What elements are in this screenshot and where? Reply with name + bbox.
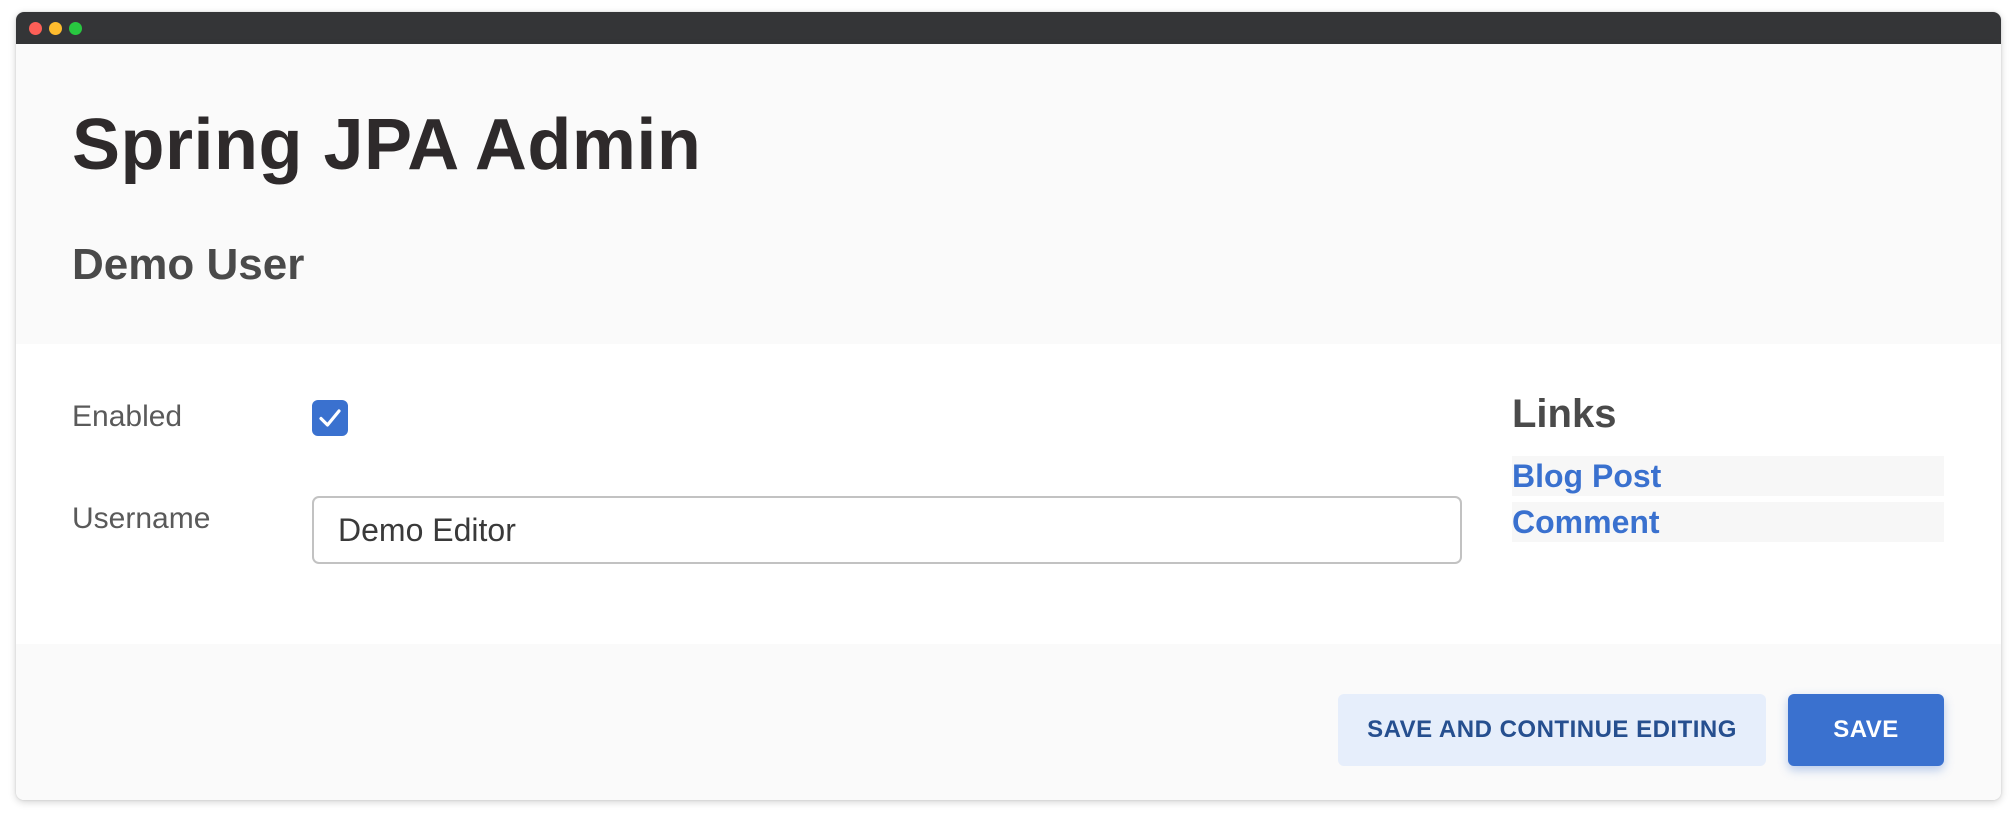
save-button[interactable]: SAVE	[1788, 694, 1944, 766]
username-input[interactable]	[312, 496, 1462, 564]
app-window: Spring JPA Admin Demo User Enabled Usern…	[16, 12, 2001, 800]
form-actions: SAVE AND CONTINUE EDITING SAVE	[16, 644, 2001, 800]
checkmark-icon	[319, 409, 341, 427]
window-titlebar	[16, 12, 2001, 44]
save-and-continue-button[interactable]: SAVE AND CONTINUE EDITING	[1338, 694, 1766, 766]
app-title: Spring JPA Admin	[72, 105, 702, 185]
edit-form: Enabled Username Links Blog Post Comment	[16, 344, 2001, 644]
link-comment[interactable]: Comment	[1512, 502, 1944, 542]
enabled-checkbox[interactable]	[312, 400, 348, 436]
close-window-button[interactable]	[29, 22, 42, 35]
enabled-label: Enabled	[72, 400, 183, 433]
minimize-window-button[interactable]	[49, 22, 62, 35]
link-blog-post[interactable]: Blog Post	[1512, 456, 1944, 496]
maximize-window-button[interactable]	[69, 22, 82, 35]
page-title: Demo User	[72, 240, 305, 289]
links-heading: Links	[1512, 392, 1617, 436]
page-header: Spring JPA Admin Demo User	[16, 44, 2001, 344]
username-label: Username	[72, 502, 211, 535]
